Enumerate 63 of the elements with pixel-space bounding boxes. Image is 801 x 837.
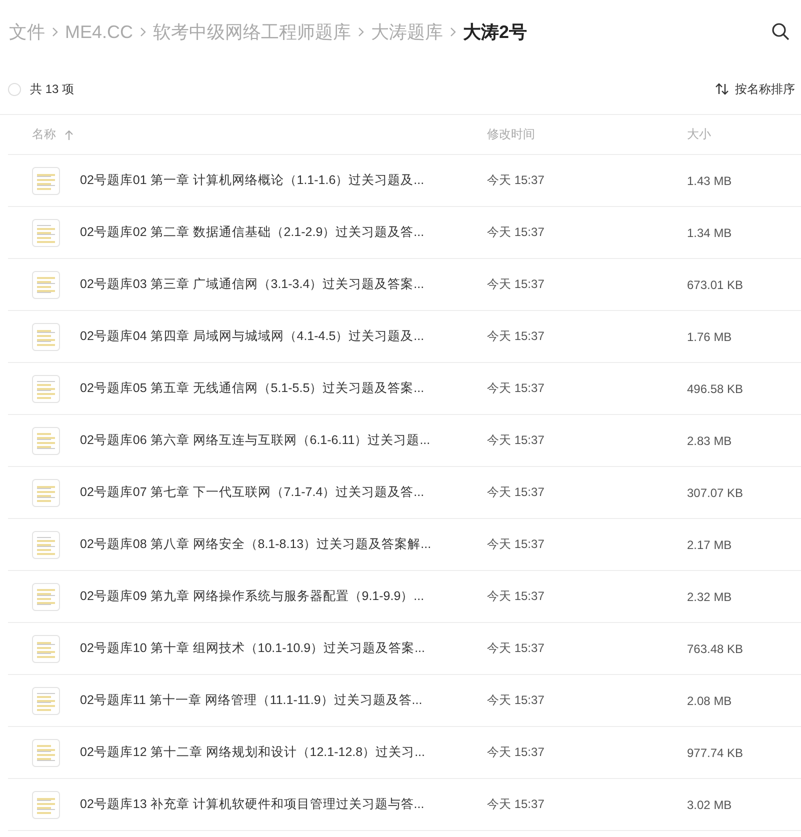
chevron-right-icon: [51, 27, 59, 37]
chevron-right-icon: [449, 27, 458, 37]
document-thumbnail-icon: [32, 790, 60, 818]
file-name[interactable]: 02号题库04 第四章 局域网与城域网（4.1-4.5）过关习题及...: [80, 328, 487, 345]
file-size: 763.48 KB: [687, 642, 744, 656]
modified-time: 今天 15:37: [487, 588, 546, 605]
document-thumbnail-icon: [32, 166, 60, 194]
modified-time: 今天 15:37: [487, 224, 546, 241]
file-name[interactable]: 02号题库01 第一章 计算机网络概论（1.1-1.6）过关习题及...: [80, 172, 487, 189]
document-thumbnail-icon: [32, 218, 60, 246]
sort-arrows-icon: [715, 83, 729, 95]
file-name[interactable]: 02号题库03 第三章 广域通信网（3.1-3.4）过关习题及答案...: [80, 276, 487, 293]
file-name[interactable]: 02号题库10 第十章 组网技术（10.1-10.9）过关习题及答案...: [80, 640, 487, 657]
file-size: 977.74 KB: [687, 746, 744, 760]
modified-time: 今天 15:37: [487, 640, 546, 657]
file-size: 1.76 MB: [687, 330, 732, 344]
file-size: 673.01 KB: [687, 278, 744, 292]
modified-time: 今天 15:37: [487, 380, 546, 397]
modified-time: 今天 15:37: [487, 276, 546, 293]
modified-time: 今天 15:37: [487, 172, 546, 189]
file-name[interactable]: 02号题库02 第二章 数据通信基础（2.1-2.9）过关习题及答...: [80, 224, 487, 241]
file-name[interactable]: 02号题库13 补充章 计算机软硬件和项目管理过关习题与答...: [80, 796, 487, 813]
modified-time: 今天 15:37: [487, 536, 546, 553]
item-count: 共 13 项: [30, 80, 76, 98]
document-thumbnail-icon: [32, 530, 60, 558]
file-name[interactable]: 02号题库11 第十一章 网络管理（11.1-11.9）过关习题及答...: [80, 692, 487, 709]
file-size: 2.32 MB: [687, 590, 732, 604]
file-name[interactable]: 02号题库12 第十二章 网络规划和设计（12.1-12.8）过关习...: [80, 744, 487, 761]
modified-time: 今天 15:37: [487, 484, 546, 501]
arrow-up-icon: [64, 130, 74, 140]
file-name[interactable]: 02号题库05 第五章 无线通信网（5.1-5.5）过关习题及答案...: [80, 380, 487, 397]
file-name[interactable]: 02号题库08 第八章 网络安全（8.1-8.13）过关习题及答案解...: [80, 536, 487, 553]
file-size: 1.43 MB: [687, 174, 732, 188]
file-size: 2.08 MB: [687, 694, 732, 708]
file-size: 1.34 MB: [687, 226, 732, 240]
chevron-right-icon: [357, 27, 366, 37]
document-thumbnail-icon: [32, 426, 60, 454]
chevron-right-icon: [139, 27, 148, 37]
file-size: 2.17 MB: [687, 538, 732, 552]
file-size: 2.83 MB: [687, 434, 732, 448]
search-icon[interactable]: [771, 22, 791, 42]
modified-time: 今天 15:37: [487, 796, 546, 813]
file-size: 496.58 KB: [687, 382, 744, 396]
document-thumbnail-icon: [32, 374, 60, 402]
breadcrumb-link[interactable]: 大涛2号: [463, 20, 528, 44]
file-name[interactable]: 02号题库06 第六章 网络互连与互联网（6.1-6.11）过关习题...: [80, 432, 487, 449]
modified-time: 今天 15:37: [487, 744, 546, 761]
document-thumbnail-icon: [32, 478, 60, 506]
sort-button[interactable]: 按名称排序: [715, 80, 795, 98]
modified-time: 今天 15:37: [487, 692, 546, 709]
file-name[interactable]: 02号题库07 第七章 下一代互联网（7.1-7.4）过关习题及答...: [80, 484, 487, 501]
document-thumbnail-icon: [32, 738, 60, 766]
document-thumbnail-icon: [32, 634, 60, 662]
modified-time: 今天 15:37: [487, 432, 546, 449]
file-size: 3.02 MB: [687, 798, 732, 812]
file-size: 307.07 KB: [687, 486, 744, 500]
file-name[interactable]: 02号题库09 第九章 网络操作系统与服务器配置（9.1-9.9）...: [80, 588, 487, 605]
document-thumbnail-icon: [32, 686, 60, 714]
select-all-checkbox[interactable]: [8, 82, 21, 96]
document-thumbnail-icon: [32, 582, 60, 610]
document-thumbnail-icon: [32, 270, 60, 298]
document-thumbnail-icon: [32, 322, 60, 350]
modified-time: 今天 15:37: [487, 328, 546, 345]
